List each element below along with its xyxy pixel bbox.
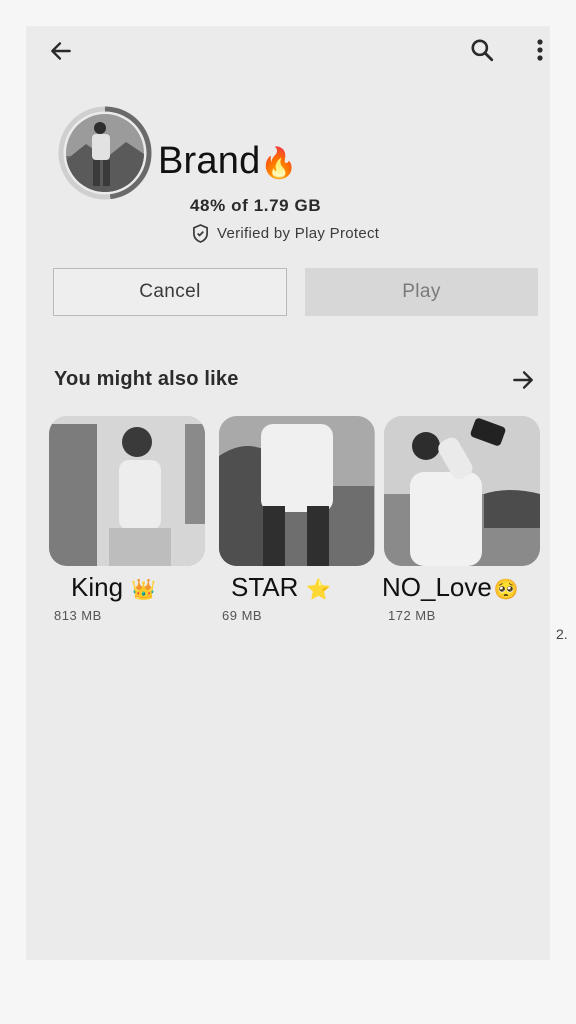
download-progress-text: 48% of 1.79 GB	[190, 196, 322, 215]
back-button[interactable]	[44, 34, 78, 68]
crown-icon: 👑	[131, 579, 156, 601]
cancel-button[interactable]: Cancel	[53, 268, 287, 316]
arrow-back-icon	[51, 42, 71, 60]
verified-text: Verified by Play Protect	[217, 225, 380, 242]
search-icon	[471, 39, 494, 62]
app-card-size: 172 MB	[388, 608, 436, 623]
app-card-name: NO_Love 🥺	[382, 572, 519, 602]
more-vert-icon	[537, 39, 543, 61]
pleading-face-icon: 🥺	[493, 579, 519, 601]
play-button[interactable]: Play	[305, 268, 538, 316]
app-card-name: STAR ⭐	[231, 572, 332, 602]
app-card-size: 69 MB	[222, 608, 263, 623]
app-card-no-love[interactable]: NO_Love 🥺 172 MB	[382, 416, 540, 623]
arrow-forward-icon	[513, 371, 533, 389]
app-title: Brand🔥	[158, 140, 298, 183]
app-card-size: 813 MB	[54, 608, 102, 623]
fire-icon: 🔥	[260, 147, 298, 180]
app-thumbnail	[49, 416, 205, 566]
app-card-king[interactable]: King 👑 813 MB	[49, 416, 205, 623]
app-card-name: King 👑	[71, 572, 156, 602]
search-button[interactable]	[466, 34, 498, 66]
more-options-button[interactable]	[528, 34, 552, 66]
app-icon	[66, 114, 144, 192]
app-thumbnail	[219, 416, 375, 566]
shield-icon	[193, 224, 208, 243]
section-title[interactable]: You might also like	[54, 368, 239, 391]
app-thumbnail	[384, 416, 540, 566]
app-card-star[interactable]: STAR ⭐ 69 MB	[219, 416, 375, 623]
verified-badge: Verified by Play Protect	[192, 224, 379, 243]
section-more-button[interactable]	[508, 366, 538, 394]
app-title-text: Brand	[158, 140, 261, 182]
next-card-peek: 2.	[556, 626, 568, 642]
star-icon: ⭐	[306, 579, 332, 601]
